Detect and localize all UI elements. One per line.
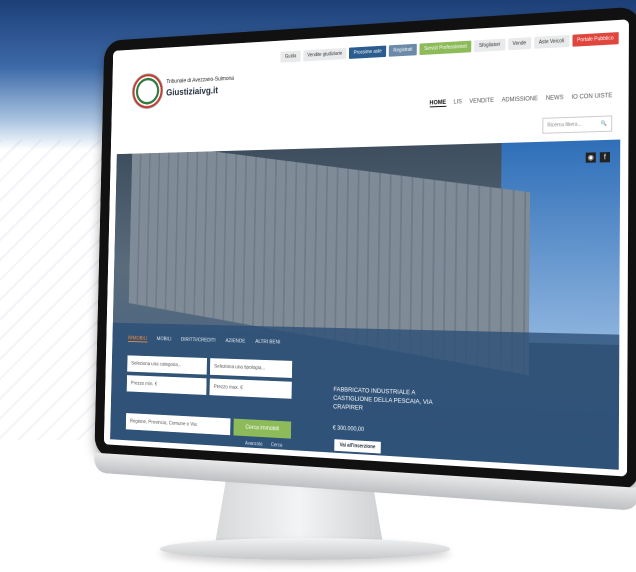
hero-banner: ◉ f IMMOBILI MOBILI DIRITTI/CREDITI AZIE… bbox=[110, 139, 621, 470]
nav-item[interactable]: VENDITE bbox=[469, 98, 494, 106]
topbar-link[interactable]: Sfogliatori bbox=[474, 38, 505, 53]
nav-item[interactable]: IO CON UISTE bbox=[571, 93, 612, 102]
topbar-link[interactable]: Prossime aste bbox=[349, 45, 387, 59]
featured-button[interactable]: Vai all'inserzione bbox=[334, 439, 381, 454]
monitor-screen: Guida Vendite giudiziarie Prossime aste … bbox=[103, 19, 629, 477]
advanced-search-link[interactable]: Avanzata bbox=[245, 441, 263, 448]
search-icon[interactable]: 🔍 bbox=[601, 121, 607, 127]
location-input[interactable]: Regione, Provincia, Comune o Via bbox=[125, 413, 231, 436]
top-utility-bar: Guida Vendite giudiziarie Prossime aste … bbox=[280, 32, 619, 63]
topbar-link[interactable]: Portale Pubblico bbox=[572, 32, 619, 47]
topbar-link[interactable]: Servizi Professionisti bbox=[419, 40, 472, 56]
location-placeholder: Regione, Provincia, Comune o Via bbox=[129, 418, 197, 428]
tab-altri-beni[interactable]: ALTRI BENI bbox=[255, 339, 280, 346]
tab-diritti-crediti[interactable]: DIRITTI/CREDITI bbox=[181, 337, 216, 344]
brand-title[interactable]: Giustiziaivg.it bbox=[166, 86, 218, 98]
monitor-stand-base bbox=[160, 538, 450, 560]
type-select-value: Seleziona una tipologia... bbox=[214, 363, 266, 372]
featured-price: € 300.000,00 bbox=[332, 425, 364, 434]
brand-subtitle: Tribunale di Avezzano-Sulmona bbox=[166, 76, 235, 85]
topbar-link[interactable]: Registrati bbox=[388, 43, 417, 57]
topbar-link[interactable]: Guida bbox=[280, 50, 301, 63]
price-max-input[interactable]: Prezzo max. € bbox=[209, 378, 292, 399]
topbar-link[interactable]: Vendite giudiziarie bbox=[302, 47, 347, 62]
category-select[interactable]: Seleziona una categoria... bbox=[127, 355, 207, 375]
price-min-input[interactable]: Prezzo min. € bbox=[126, 375, 207, 395]
topbar-link[interactable]: Aste Veicoli bbox=[533, 34, 570, 49]
main-nav: HOME LIS VENDITE ADMISSIONE NEWS IO CON … bbox=[429, 93, 612, 108]
social-links: ◉ f bbox=[585, 152, 611, 163]
site-logo[interactable] bbox=[131, 72, 164, 110]
monitor: Guida Vendite giudiziarie Prossime aste … bbox=[0, 0, 636, 572]
search-links: Avanzata Cerca bbox=[245, 441, 282, 449]
facebook-icon[interactable]: f bbox=[599, 152, 611, 163]
search-link[interactable]: Cerca bbox=[271, 442, 282, 448]
topbar-link[interactable]: Vende bbox=[507, 37, 532, 51]
monitor-bezel: Guida Vendite giudiziarie Prossime aste … bbox=[93, 6, 636, 512]
nav-item-home[interactable]: HOME bbox=[429, 99, 447, 108]
category-select-value: Seleziona una categoria... bbox=[131, 360, 182, 369]
instagram-icon[interactable]: ◉ bbox=[585, 152, 596, 163]
nav-item[interactable]: NEWS bbox=[546, 95, 564, 103]
search-input[interactable]: Ricerca libera... 🔍 bbox=[542, 115, 613, 134]
price-max-placeholder: Prezzo max. € bbox=[213, 384, 243, 391]
nav-item[interactable]: LIS bbox=[453, 99, 461, 106]
tab-mobili[interactable]: MOBILI bbox=[157, 336, 172, 343]
website: Guida Vendite giudiziarie Prossime aste … bbox=[103, 19, 629, 477]
tab-aziende[interactable]: AZIENDE bbox=[225, 338, 245, 345]
search-placeholder: Ricerca libera... bbox=[547, 121, 582, 129]
tab-immobili[interactable]: IMMOBILI bbox=[127, 335, 148, 343]
nav-item[interactable]: ADMISSIONE bbox=[502, 96, 538, 104]
featured-title: FABBRICATO INDUSTRIALE A CASTIGLIONE DEL… bbox=[333, 386, 433, 412]
price-min-placeholder: Prezzo min. € bbox=[130, 380, 158, 388]
category-tabs: IMMOBILI MOBILI DIRITTI/CREDITI AZIENDE … bbox=[127, 335, 280, 347]
search-panel: IMMOBILI MOBILI DIRITTI/CREDITI AZIENDE … bbox=[110, 322, 620, 470]
search-button[interactable]: Cerca immobili bbox=[233, 418, 292, 439]
type-select[interactable]: Seleziona una tipologia... bbox=[209, 358, 293, 378]
